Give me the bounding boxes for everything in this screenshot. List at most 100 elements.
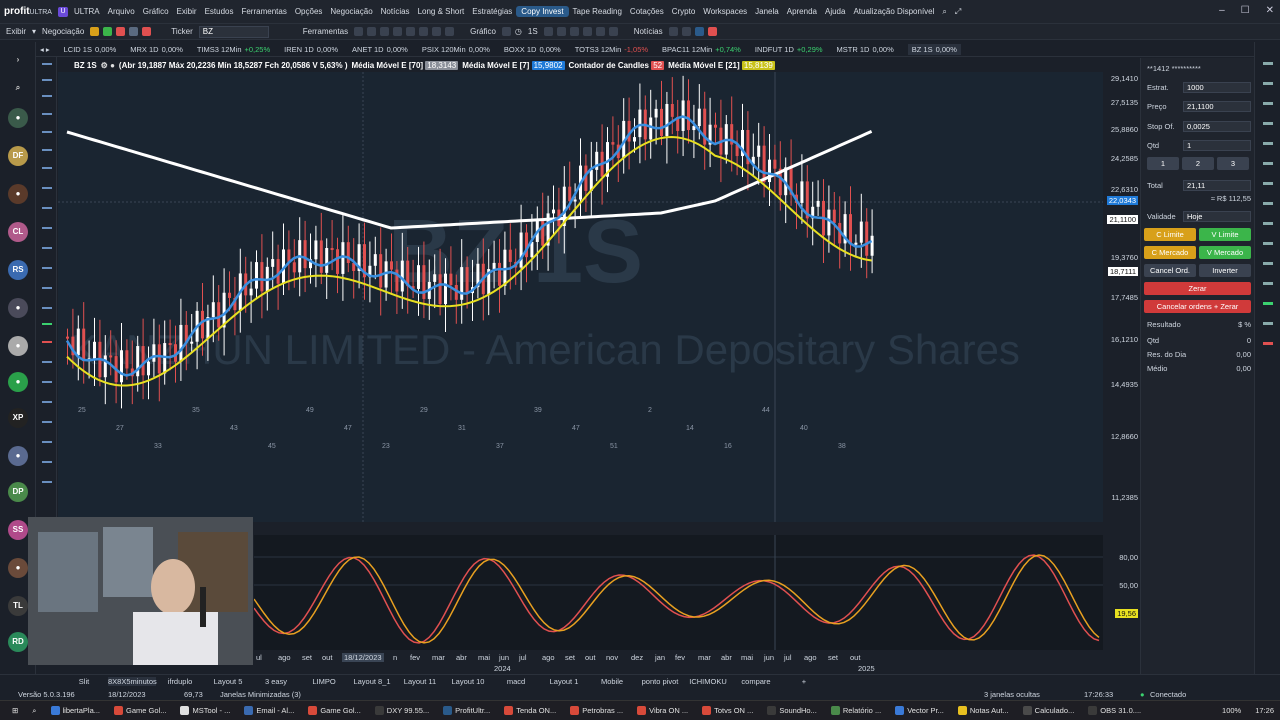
tv-icon[interactable] bbox=[694, 27, 704, 36]
avatar[interactable]: ● bbox=[8, 446, 28, 466]
avatar-ss[interactable]: SS bbox=[8, 520, 28, 540]
indicator-icon[interactable] bbox=[595, 27, 605, 36]
tool-icon[interactable] bbox=[42, 381, 52, 383]
menu-crypto[interactable]: Crypto bbox=[668, 7, 700, 16]
menu-tape-reading[interactable]: Tape Reading bbox=[569, 7, 626, 16]
expand-icon[interactable]: › bbox=[8, 50, 28, 70]
minimize-icon[interactable]: – bbox=[1219, 5, 1225, 16]
tool-icon[interactable] bbox=[354, 27, 364, 36]
estrat-select[interactable]: 1000 bbox=[1183, 82, 1251, 93]
cursor-tool-icon[interactable] bbox=[42, 63, 52, 65]
tool-icon[interactable] bbox=[1263, 122, 1273, 125]
arrow-up-icon[interactable] bbox=[1263, 302, 1273, 305]
stop-input[interactable]: 0,0025 bbox=[1183, 121, 1251, 132]
menu-opcoes[interactable]: Opções bbox=[291, 7, 327, 16]
toolbar-noticias[interactable]: Notícias bbox=[634, 27, 663, 36]
asset-tab[interactable]: TIMS3 12Min +0,25% bbox=[197, 45, 270, 54]
tool-icon[interactable] bbox=[1263, 242, 1273, 245]
news-icon[interactable] bbox=[681, 27, 691, 36]
avatar[interactable]: ● bbox=[8, 558, 28, 578]
maximize-icon[interactable]: ☐ bbox=[1241, 5, 1250, 16]
tool-icon[interactable] bbox=[42, 401, 52, 403]
v-limite-button[interactable]: V Limite bbox=[1199, 228, 1251, 241]
layout-tab[interactable]: ponto pivot bbox=[636, 677, 684, 686]
dropdown-icon[interactable]: ▾ bbox=[32, 27, 36, 36]
tool-icon[interactable] bbox=[1263, 322, 1273, 325]
channel-tool-icon[interactable] bbox=[42, 247, 52, 249]
indicator-label[interactable]: Média Móvel E [70] 18,3143 bbox=[352, 60, 459, 70]
menu-ajuda[interactable]: Ajuda bbox=[821, 7, 849, 16]
menu-estudos[interactable]: Estudos bbox=[201, 7, 238, 16]
indicator-label[interactable]: Média Móvel E [21] 15,8139 bbox=[668, 60, 775, 70]
account-id[interactable]: **1412 ********** bbox=[1147, 64, 1201, 73]
toolbar-ferramentas[interactable]: Ferramentas bbox=[303, 27, 348, 36]
menu-arquivo[interactable]: Arquivo bbox=[104, 7, 139, 16]
layout-tab[interactable]: Layout 10 bbox=[444, 677, 492, 686]
avatar-df[interactable]: DF bbox=[8, 146, 28, 166]
crosshair-tool-icon[interactable] bbox=[42, 79, 52, 81]
text-tool-icon[interactable] bbox=[42, 149, 52, 151]
taskbar-app[interactable]: MSTool - ... bbox=[174, 706, 236, 715]
indicator-icon[interactable] bbox=[608, 27, 618, 36]
tool-icon[interactable] bbox=[445, 27, 455, 36]
eye-icon[interactable] bbox=[42, 131, 52, 133]
tool-icon[interactable] bbox=[42, 95, 52, 97]
avatar-tl[interactable]: TL bbox=[8, 596, 28, 616]
qty-1-button[interactable]: 1 bbox=[1147, 157, 1179, 170]
qty-2-button[interactable]: 2 bbox=[1182, 157, 1214, 170]
line-tool-icon[interactable] bbox=[42, 187, 52, 189]
layout-tab[interactable]: Slit bbox=[60, 677, 108, 686]
asset-tab[interactable]: MSTR 1D 0,00% bbox=[837, 45, 894, 54]
layout-tab[interactable]: Layout 1 bbox=[540, 677, 588, 686]
menu-workspaces[interactable]: Workspaces bbox=[699, 7, 751, 16]
asset-tab[interactable]: LCID 1S 0,00% bbox=[64, 45, 117, 54]
close-icon[interactable]: ✕ bbox=[1266, 5, 1274, 16]
menu-negociacao[interactable]: Negociação bbox=[326, 7, 376, 16]
taskbar-app[interactable]: Vector Pr... bbox=[889, 706, 950, 715]
minimized-windows[interactable]: Janelas Minimizadas (3) bbox=[220, 690, 301, 699]
tool-icon[interactable] bbox=[1263, 162, 1273, 165]
tool-icon[interactable] bbox=[42, 421, 52, 423]
news-alert-icon[interactable] bbox=[707, 27, 717, 36]
layout-tab[interactable]: 3 easy bbox=[252, 677, 300, 686]
taskbar-app[interactable]: Game Gol... bbox=[108, 706, 172, 715]
tool-icon[interactable] bbox=[419, 27, 429, 36]
toolbar-grafico[interactable]: Gráfico bbox=[470, 27, 496, 36]
layout-tab[interactable]: compare bbox=[732, 677, 780, 686]
asset-tab[interactable]: BOXX 1D 0,00% bbox=[504, 45, 561, 54]
taskbar-app[interactable]: OBS 31.0.... bbox=[1082, 706, 1147, 715]
taskbar-app[interactable]: SoundHo... bbox=[761, 706, 823, 715]
price-axis[interactable]: 29,1410 27,5135 25,8860 24,2585 22,6310 19,37… bbox=[1103, 58, 1140, 523]
arrow-up-icon[interactable] bbox=[42, 323, 52, 325]
tool-icon[interactable] bbox=[1263, 82, 1273, 85]
menu-cotacoes[interactable]: Cotações bbox=[626, 7, 668, 16]
cancelar-zerar-button[interactable]: Cancelar ordens + Zerar bbox=[1144, 300, 1251, 313]
taskbar-app[interactable]: Notas Aut... bbox=[952, 706, 1015, 715]
taskbar-app[interactable]: Relatório ... bbox=[825, 706, 887, 715]
avatar[interactable]: ● bbox=[8, 298, 28, 318]
asset-tab[interactable]: MRX 1D 0,00% bbox=[130, 45, 183, 54]
qty-3-button[interactable]: 3 bbox=[1217, 157, 1249, 170]
link-icon[interactable]: ⤢ bbox=[951, 7, 965, 17]
menu-janela[interactable]: Janela bbox=[751, 7, 783, 16]
tool-icon[interactable] bbox=[1263, 282, 1273, 285]
taskbar-app[interactable]: DXY 99.55... bbox=[369, 706, 435, 715]
indicator-icon[interactable] bbox=[543, 27, 553, 36]
currency-toggle-icon[interactable]: $ % bbox=[1238, 320, 1251, 329]
tool-icon[interactable] bbox=[1263, 202, 1273, 205]
avatar[interactable]: ● bbox=[8, 336, 28, 356]
tool-icon[interactable] bbox=[393, 27, 403, 36]
menu-long-short[interactable]: Long & Short bbox=[414, 7, 469, 16]
tool-icon[interactable] bbox=[1263, 262, 1273, 265]
add-layout-icon[interactable]: + bbox=[780, 677, 828, 686]
layout-tab[interactable]: Layout 8_1 bbox=[348, 677, 396, 686]
tool-icon[interactable] bbox=[1263, 62, 1273, 65]
candlestick-chart[interactable]: BZ 1SKANZHUN LIMITED - American Deposita… bbox=[58, 72, 1103, 522]
arrow-down-icon[interactable] bbox=[1263, 342, 1273, 345]
tool-icon[interactable] bbox=[1263, 222, 1273, 225]
chart-type-icon[interactable] bbox=[501, 27, 511, 36]
eye-icon[interactable] bbox=[1263, 102, 1273, 105]
search-icon[interactable]: ⌕ bbox=[938, 7, 950, 17]
fibonacci-icon[interactable] bbox=[42, 267, 52, 269]
taskbar-app[interactable]: Calculado... bbox=[1017, 706, 1081, 715]
